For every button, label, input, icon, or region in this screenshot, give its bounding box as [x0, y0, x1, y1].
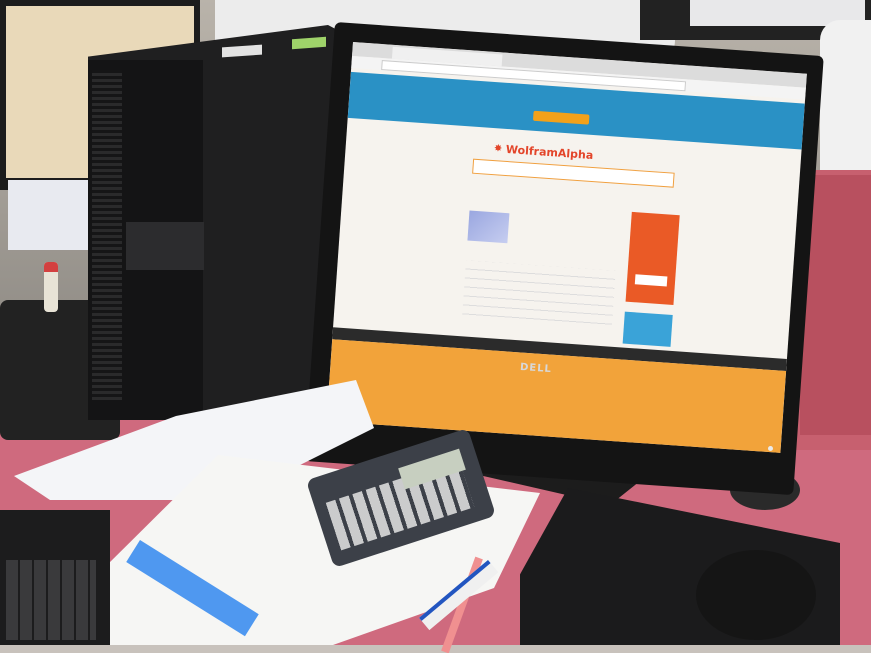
monitor-brand: DELL [519, 361, 553, 376]
result-text [461, 260, 616, 331]
glue-stick-cap [44, 262, 58, 272]
person-right [820, 20, 871, 180]
wolfram-star-icon: ✸ [493, 143, 503, 155]
pc-tower-vent [92, 70, 122, 400]
search-input[interactable] [472, 158, 675, 188]
optical-drive [126, 222, 204, 270]
ad-panel[interactable] [625, 211, 680, 305]
monitor-screen: ✸ WolframAlpha [326, 42, 807, 453]
computer-mouse [696, 550, 816, 640]
pro-panel[interactable] [622, 311, 673, 347]
ad-button[interactable] [634, 274, 668, 287]
papers-left [8, 180, 98, 250]
site-logo[interactable]: WolframAlpha [505, 143, 626, 164]
power-led [768, 446, 773, 451]
keyboard-keys [6, 560, 96, 640]
result-plot [467, 210, 510, 244]
